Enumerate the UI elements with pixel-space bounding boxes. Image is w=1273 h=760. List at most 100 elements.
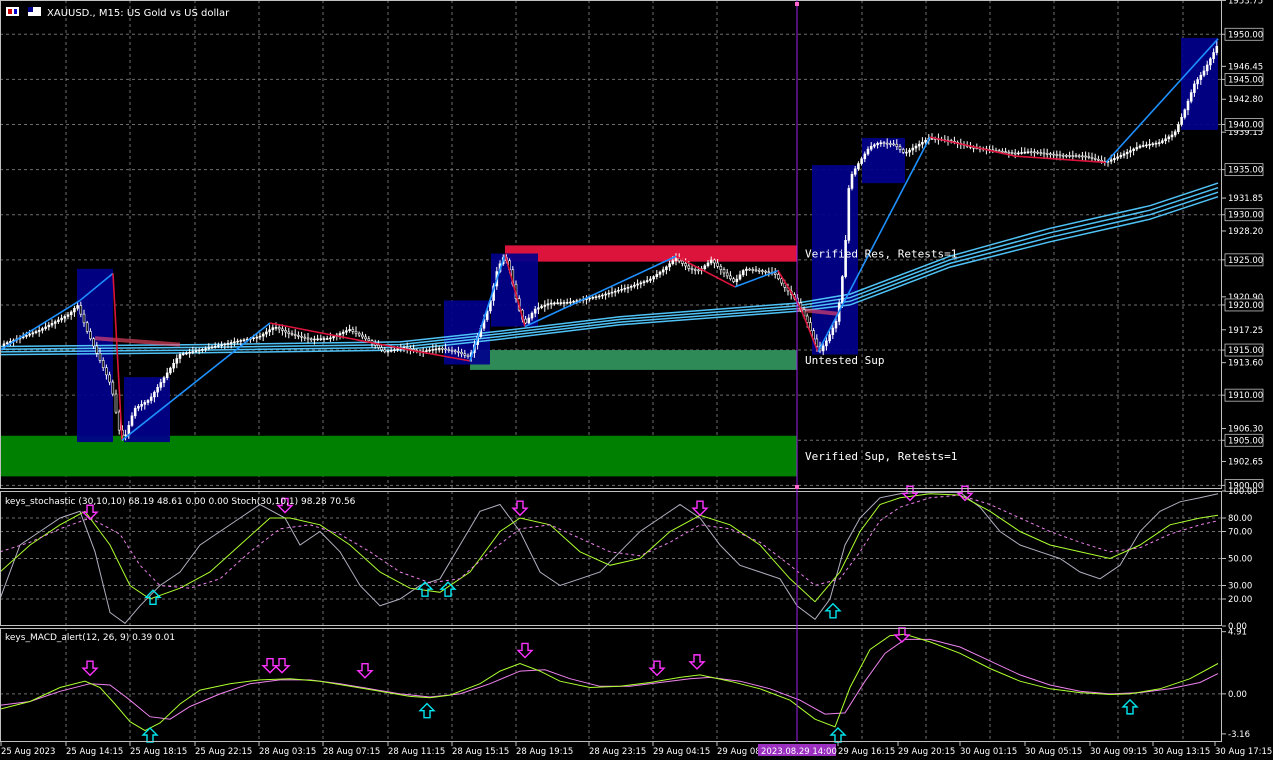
candle-body (623, 287, 627, 290)
candle-body (191, 351, 195, 353)
candle-body (821, 345, 825, 352)
candle-body (610, 291, 614, 294)
candle-body (1148, 144, 1151, 146)
time-tick-label: 30 Aug 17:15 (1215, 747, 1272, 757)
flag-icon-canton (28, 7, 33, 12)
candle-body (716, 262, 719, 267)
candle-body (297, 335, 300, 337)
candle-body (281, 328, 284, 331)
candle-body (85, 322, 89, 332)
candle-body (1013, 152, 1017, 155)
candle-body (895, 143, 899, 147)
candle-body (732, 278, 735, 282)
candle-body (271, 327, 275, 331)
candle-body (188, 351, 191, 354)
candle-body (194, 350, 198, 353)
candle-body (364, 336, 367, 340)
time-tick-label: 28 Aug 23:15 (589, 747, 646, 757)
candle-body (41, 328, 44, 331)
time-tick-label: 29 Aug 20:15 (898, 747, 955, 757)
candle-body (434, 348, 438, 351)
macd-level-label: -3.16 (1228, 730, 1250, 740)
candle-body (181, 353, 185, 356)
candle-body (703, 265, 707, 269)
candle-body (834, 321, 838, 329)
candle-body (559, 302, 563, 304)
candle-body (607, 292, 611, 295)
candle-body (1033, 151, 1036, 154)
candle-body (114, 393, 118, 413)
candle-body (873, 144, 876, 147)
zone-untested-support-label: Untested Sup (805, 354, 884, 367)
candle-body (620, 288, 623, 291)
candle-body (444, 348, 447, 351)
price-level-label: 1950.00 (1228, 30, 1263, 40)
candle-body (661, 269, 665, 273)
candle-body (108, 374, 111, 383)
candle-body (380, 347, 383, 351)
candle-body (153, 391, 156, 398)
candle-body (165, 372, 169, 379)
price-tick-label: 1928.20 (1228, 227, 1263, 237)
candle-body (309, 338, 313, 341)
candle-body (437, 347, 441, 350)
candle-body (1045, 153, 1049, 155)
candle-body (361, 334, 364, 338)
candle-body (671, 260, 675, 265)
stoch-level-label: 100.00 (1228, 487, 1258, 497)
candle-body (1122, 153, 1126, 156)
candle-body (47, 324, 51, 328)
candle-body (860, 158, 863, 164)
candle-body (921, 141, 924, 145)
candle-body (140, 404, 143, 407)
price-tick-label: 1931.85 (1228, 194, 1263, 204)
macd-level-label: 0.00 (1228, 690, 1247, 700)
candle-body (764, 270, 767, 273)
candle-body (754, 269, 758, 272)
candle-body (1196, 79, 1199, 85)
candle-body (377, 344, 380, 348)
candle-body (543, 304, 547, 307)
stoch-level-label: 30.00 (1228, 582, 1252, 592)
candle-body (1145, 144, 1148, 147)
candle-body (706, 262, 710, 267)
price-tick-label: 1913.60 (1228, 359, 1263, 369)
time-tick-label: 29 Aug 16:15 (838, 747, 895, 757)
candle-body (601, 294, 604, 297)
candle-body (1017, 152, 1020, 155)
candle-body (1173, 131, 1177, 136)
candle-body (722, 269, 726, 274)
chart-icon-bar (8, 9, 12, 14)
candle-body (911, 147, 915, 151)
candle-body (719, 265, 723, 270)
candle-body (668, 263, 671, 268)
candle-body (725, 272, 729, 277)
candle-body (546, 303, 550, 306)
candle-body (847, 188, 851, 241)
candle-body (441, 347, 444, 350)
candle-body (1212, 52, 1215, 60)
candle-body (207, 347, 211, 350)
macd-level-label: 4.91 (1228, 628, 1247, 638)
candle-body (524, 318, 527, 324)
candle-body (588, 297, 591, 300)
candle-body (306, 337, 310, 340)
candle-body (130, 415, 134, 426)
chart-icon (6, 7, 19, 16)
candle-body (457, 351, 460, 353)
candle-body (879, 142, 883, 145)
candle-body (242, 339, 246, 342)
candle-body (255, 336, 259, 339)
candle-body (892, 143, 895, 146)
candle-body (1065, 155, 1068, 157)
candle-body (223, 343, 227, 346)
candle-body (463, 353, 467, 356)
candle-body (1071, 155, 1075, 157)
candle-body (889, 143, 892, 145)
candle-body (76, 305, 79, 309)
candle-body (386, 350, 390, 353)
zone-resistance (505, 245, 797, 262)
candle-body (1151, 143, 1155, 146)
symbol-title: XAUUSD., M15: US Gold vs US dollar (47, 8, 230, 19)
trading-chart[interactable]: Verified Res, Retests=1 Untested Sup Verif… (0, 0, 1273, 760)
